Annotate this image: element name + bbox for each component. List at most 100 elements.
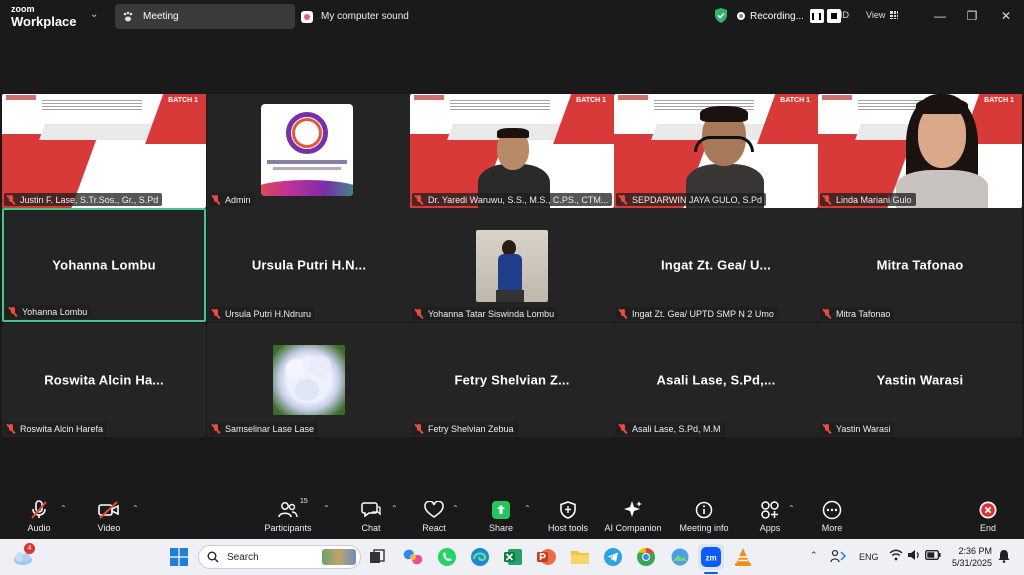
apps-options-chevron-icon[interactable]: ⌃ bbox=[788, 504, 795, 513]
video-button[interactable]: Video bbox=[92, 500, 126, 533]
slide-batch-label: BATCH 1 bbox=[168, 97, 198, 104]
participant-name: Asali Lase, S.Pd, M.M bbox=[632, 423, 721, 434]
participant-name-tag: Yohanna Tatar Siswinda Lombu bbox=[412, 307, 559, 320]
stop-recording-button[interactable] bbox=[826, 9, 841, 23]
react-label: React bbox=[422, 523, 446, 533]
participant-name-tag: Yohanna Lombu bbox=[6, 305, 92, 318]
share-options-chevron-icon[interactable]: ⌃ bbox=[524, 504, 531, 513]
chat-label: Chat bbox=[361, 523, 381, 533]
participant-name-tag: Admin bbox=[209, 193, 255, 206]
organization-logo bbox=[261, 104, 353, 196]
chevron-down-icon[interactable]: ⌄ bbox=[90, 9, 98, 20]
video-tile[interactable]: Ingat Zt. Gea/ U... Ingat Zt. Gea/ UPTD … bbox=[614, 208, 818, 322]
video-tile[interactable]: BATCH 1 Dr. Yaredi Waruwu, S.S., M.S., C… bbox=[410, 94, 614, 208]
vlc-icon[interactable] bbox=[732, 546, 754, 568]
task-view-icon[interactable] bbox=[366, 546, 388, 568]
minimize-icon[interactable]: — bbox=[930, 7, 950, 25]
react-options-chevron-icon[interactable]: ⌃ bbox=[452, 504, 459, 513]
apps-button[interactable]: Apps bbox=[756, 500, 784, 533]
share-button[interactable]: Share bbox=[486, 500, 516, 533]
video-tile[interactable]: Roswita Alcin Ha... Roswita Alcin Harefa bbox=[2, 323, 206, 437]
search-highlight-image bbox=[322, 549, 356, 565]
file-explorer-icon[interactable] bbox=[569, 546, 591, 568]
participant-name-tag: Dr. Yaredi Waruwu, S.S., M.S., C.PS., CT… bbox=[412, 193, 613, 206]
mic-muted-icon bbox=[212, 423, 220, 434]
video-tile[interactable]: Samselinar Lase Lase bbox=[207, 323, 411, 437]
more-button[interactable]: More bbox=[818, 500, 846, 533]
participant-name-tag: Linda Mariani Gulo bbox=[820, 193, 916, 206]
meeting-info-button[interactable]: Meeting info bbox=[677, 500, 731, 533]
tab-my-computer-sound[interactable]: My computer sound bbox=[301, 4, 409, 29]
pause-recording-button[interactable] bbox=[809, 9, 824, 23]
battery-icon[interactable] bbox=[925, 550, 941, 562]
close-icon[interactable]: ✕ bbox=[996, 7, 1016, 25]
recording-label: Recording... bbox=[750, 10, 804, 22]
video-tile[interactable]: Yastin Warasi Yastin Warasi bbox=[818, 323, 1022, 437]
zoom-taskbar-icon[interactable]: zm bbox=[698, 544, 724, 570]
video-tile[interactable]: Yohanna Tatar Siswinda Lombu bbox=[410, 208, 614, 322]
participant-name-tag: SEPDARWIN JAYA GULO, S.Pd bbox=[616, 193, 767, 206]
search-icon bbox=[207, 551, 219, 563]
video-tile[interactable]: BATCH 1 Linda Mariani Gulo bbox=[818, 94, 1022, 208]
video-tile[interactable]: Mitra Tafonao Mitra Tafonao bbox=[818, 208, 1022, 322]
photos-icon[interactable] bbox=[669, 546, 691, 568]
notification-bell-icon[interactable] bbox=[997, 549, 1011, 565]
audio-label: Audio bbox=[27, 523, 51, 533]
taskbar-search-box[interactable]: Search bbox=[198, 545, 361, 569]
telegram-icon[interactable] bbox=[602, 546, 624, 568]
mic-muted-icon bbox=[619, 308, 627, 319]
apps-icon bbox=[761, 501, 779, 519]
whatsapp-icon[interactable] bbox=[436, 546, 458, 568]
view-button[interactable]: View bbox=[866, 10, 899, 20]
video-tile[interactable]: Ursula Putri H.N... Ursula Putri H.Ndrur… bbox=[207, 208, 411, 322]
excel-icon[interactable] bbox=[502, 546, 524, 568]
zoom-workplace-logo[interactable]: zoom Workplace bbox=[11, 4, 77, 28]
tab-meeting[interactable]: Meeting bbox=[115, 4, 295, 29]
chat-button[interactable]: Chat bbox=[356, 500, 386, 533]
video-tile[interactable]: Asali Lase, S.Pd,... Asali Lase, S.Pd, M… bbox=[614, 323, 818, 437]
ai-companion-button[interactable]: AI Companion bbox=[602, 500, 664, 533]
audio-button[interactable]: Audio bbox=[22, 500, 56, 533]
volume-icon[interactable] bbox=[907, 549, 921, 563]
video-tile[interactable]: BATCH 1 SEPDARWIN JAYA GULO, S.Pd bbox=[614, 94, 818, 208]
recording-dot-icon bbox=[737, 12, 745, 20]
video-options-chevron-icon[interactable]: ⌃ bbox=[132, 504, 139, 513]
host-tools-button[interactable]: Host tools bbox=[545, 500, 591, 533]
shield-check-icon[interactable] bbox=[714, 8, 728, 23]
participant-name-tag: Samselinar Lase Lase bbox=[209, 422, 319, 435]
heart-icon bbox=[424, 501, 444, 518]
audio-options-chevron-icon[interactable]: ⌃ bbox=[60, 504, 67, 513]
participant-name: Ingat Zt. Gea/ UPTD SMP N 2 Umo bbox=[632, 308, 774, 319]
mic-muted-icon bbox=[212, 194, 220, 205]
meeting-id-button[interactable]: ID bbox=[840, 10, 849, 20]
windows-start-icon[interactable] bbox=[168, 546, 190, 568]
video-label: Video bbox=[97, 523, 121, 533]
participant-name: Linda Mariani Gulo bbox=[836, 194, 912, 205]
language-indicator[interactable]: ENG bbox=[859, 552, 879, 562]
video-tile[interactable]: Fetry Shelvian Z... Fetry Shelvian Zebua bbox=[410, 323, 614, 437]
edge-browser-icon[interactable] bbox=[469, 546, 491, 568]
video-tile[interactable]: BATCH 1 Justin F. Lase, S.Tr.Sos., Gr., … bbox=[2, 94, 206, 208]
participant-name-tag: Roswita Alcin Harefa bbox=[4, 422, 108, 435]
participants-count: 15 bbox=[300, 498, 308, 505]
chrome-icon[interactable] bbox=[635, 546, 657, 568]
powerpoint-icon[interactable] bbox=[535, 546, 557, 568]
people-sync-icon[interactable] bbox=[830, 549, 846, 565]
wifi-icon[interactable] bbox=[889, 549, 903, 563]
participant-name-tag: Yastin Warasi bbox=[820, 422, 895, 435]
tab-sound-label: My computer sound bbox=[321, 11, 409, 22]
slide-batch-label: BATCH 1 bbox=[780, 97, 810, 104]
participants-options-chevron-icon[interactable]: ⌃ bbox=[323, 504, 330, 513]
end-meeting-button[interactable]: End bbox=[974, 500, 1002, 533]
show-hidden-icons-chevron-icon[interactable]: ⌃ bbox=[810, 550, 818, 561]
copilot-icon[interactable] bbox=[402, 546, 424, 568]
chat-options-chevron-icon[interactable]: ⌃ bbox=[391, 504, 398, 513]
ai-companion-label: AI Companion bbox=[604, 523, 662, 533]
react-button[interactable]: React bbox=[419, 500, 449, 533]
taskbar-clock[interactable]: 2:36 PM 5/31/2025 bbox=[950, 545, 992, 569]
apps-label: Apps bbox=[759, 523, 781, 533]
restore-icon[interactable]: ❐ bbox=[962, 7, 982, 25]
svg-text:zm: zm bbox=[705, 554, 716, 563]
video-tile[interactable]: Admin bbox=[207, 94, 411, 208]
video-tile-active-speaker[interactable]: Yohanna Lombu Yohanna Lombu bbox=[2, 208, 206, 322]
